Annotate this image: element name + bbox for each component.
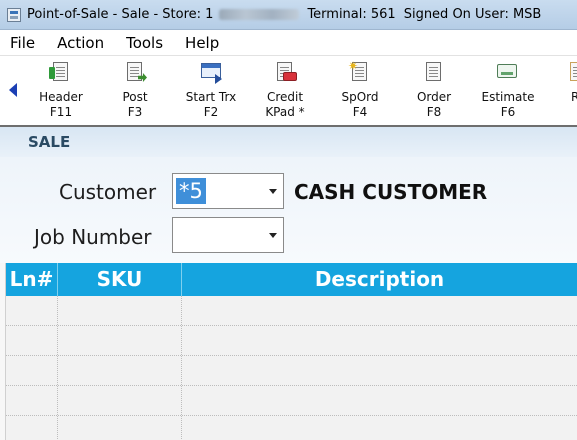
estimate-button-label: Estimate bbox=[481, 90, 535, 104]
spord-button-shortcut: F4 bbox=[352, 105, 368, 119]
estimate-icon bbox=[495, 62, 521, 86]
partial-toolbar-button[interactable]: R bbox=[545, 60, 577, 124]
partial-button-label: R bbox=[545, 90, 577, 105]
start-trx-button-label: Start Trx bbox=[185, 90, 237, 104]
menu-help[interactable]: Help bbox=[174, 34, 230, 52]
order-doc-icon bbox=[421, 62, 447, 86]
job-number-value[interactable] bbox=[176, 222, 182, 248]
credit-card-icon bbox=[272, 62, 298, 86]
credit-button-shortcut: KPad * bbox=[265, 105, 305, 119]
table-row[interactable] bbox=[6, 416, 577, 440]
customer-value[interactable]: *5 bbox=[176, 178, 206, 204]
menu-file[interactable]: File bbox=[0, 34, 46, 52]
credit-button[interactable]: Credit KPad * bbox=[248, 60, 322, 124]
job-number-label: Job Number bbox=[34, 225, 152, 249]
header-button[interactable]: Header F11 bbox=[24, 60, 98, 124]
order-button-shortcut: F8 bbox=[426, 105, 442, 119]
order-button[interactable]: Order F8 bbox=[397, 60, 471, 124]
start-trx-button[interactable]: Start Trx F2 bbox=[174, 60, 248, 124]
spord-button[interactable]: ✷ SpOrd F4 bbox=[323, 60, 397, 124]
estimate-button-shortcut: F6 bbox=[500, 105, 516, 119]
customer-label: Customer bbox=[59, 180, 157, 204]
table-row[interactable] bbox=[6, 326, 577, 356]
terminal-label: Terminal: 561 bbox=[307, 7, 396, 22]
order-button-label: Order bbox=[416, 90, 452, 104]
header-button-label: Header bbox=[39, 90, 83, 104]
store-name-redacted bbox=[219, 9, 300, 20]
job-number-dropdown-arrow-icon[interactable] bbox=[269, 233, 277, 238]
estimate-button[interactable]: Estimate F6 bbox=[471, 60, 545, 124]
customer-combobox[interactable]: *5 bbox=[172, 173, 284, 209]
start-trx-icon bbox=[198, 62, 224, 86]
signed-on-user: Signed On User: MSB bbox=[403, 7, 542, 22]
menu-action[interactable]: Action bbox=[46, 34, 115, 52]
grid-body bbox=[6, 296, 577, 440]
post-doc-icon bbox=[122, 62, 148, 86]
job-number-combobox[interactable] bbox=[172, 217, 284, 253]
post-button-label: Post bbox=[122, 90, 148, 104]
table-row[interactable] bbox=[6, 386, 577, 416]
customer-name: CASH CUSTOMER bbox=[294, 180, 488, 204]
partial-doc-icon bbox=[565, 62, 577, 86]
menu-tools[interactable]: Tools bbox=[115, 34, 174, 52]
special-order-icon: ✷ bbox=[347, 60, 373, 86]
line-items-grid: Ln# SKU Description bbox=[0, 263, 577, 440]
col-description[interactable]: Description bbox=[182, 263, 577, 296]
spord-button-label: SpOrd bbox=[341, 90, 379, 104]
credit-button-label: Credit bbox=[266, 90, 304, 104]
app-icon bbox=[7, 7, 21, 22]
title-bar: Point-of-Sale - Sale - Store: 1 Terminal… bbox=[0, 0, 577, 30]
col-sku[interactable]: SKU bbox=[58, 263, 182, 296]
customer-dropdown-arrow-icon[interactable] bbox=[269, 189, 277, 194]
toolbar-scroll-left-icon[interactable] bbox=[9, 83, 17, 97]
header-doc-icon bbox=[48, 62, 74, 86]
post-button[interactable]: Post F3 bbox=[98, 60, 172, 124]
header-button-shortcut: F11 bbox=[49, 105, 73, 119]
window-title: Point-of-Sale - Sale - Store: 1 bbox=[27, 7, 214, 22]
col-line-number[interactable]: Ln# bbox=[6, 263, 58, 296]
menu-bar: File Action Tools Help bbox=[0, 30, 577, 56]
sale-header: SALE bbox=[0, 127, 577, 157]
post-button-shortcut: F3 bbox=[127, 105, 143, 119]
toolbar: Header F11 Post F3 Start Trx F2 Credit K… bbox=[0, 57, 577, 127]
start-trx-button-shortcut: F2 bbox=[203, 105, 219, 119]
sale-title: SALE bbox=[28, 133, 71, 151]
table-row[interactable] bbox=[6, 296, 577, 326]
table-row[interactable] bbox=[6, 356, 577, 386]
grid-header-row: Ln# SKU Description bbox=[6, 263, 577, 296]
